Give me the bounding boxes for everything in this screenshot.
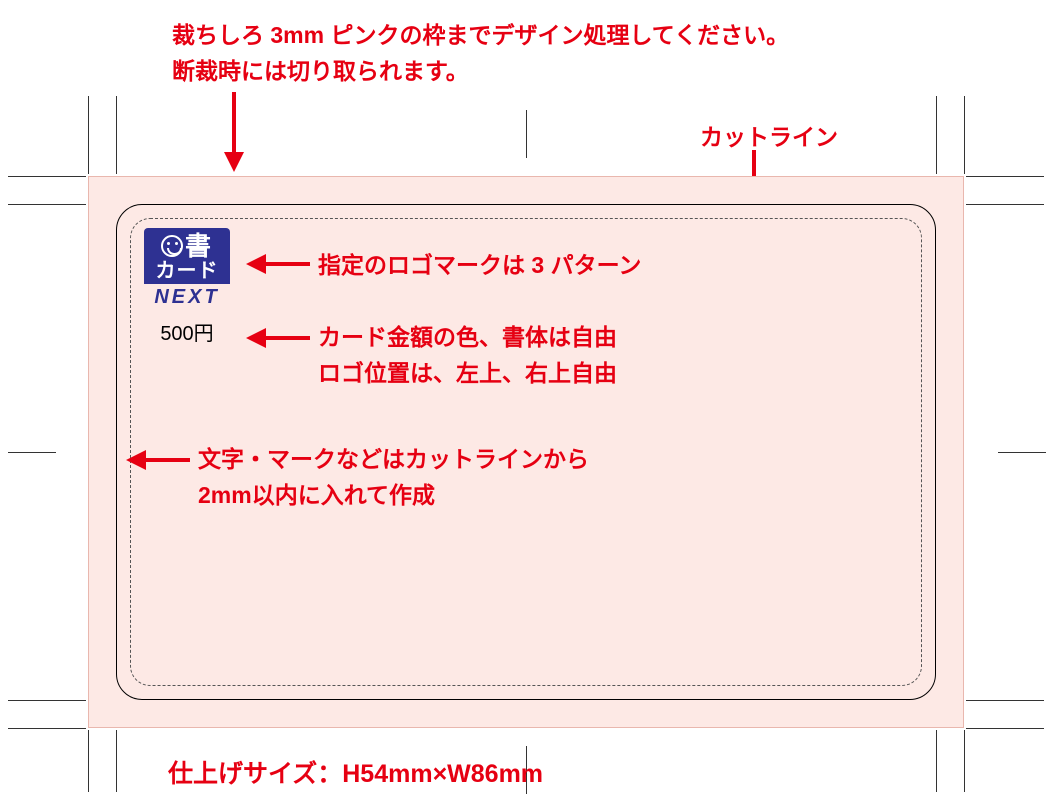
logo-row1: 書 [161,233,213,259]
crop-mark [88,730,89,792]
crop-mark [998,452,1046,453]
crop-mark [116,730,117,792]
crop-mark [936,96,937,174]
crop-mark [116,96,117,174]
amount-note-line1: カード金額の色、書体は自由 [318,320,617,355]
arrow-left-icon [124,448,190,472]
amount-note-line2: ロゴ位置は、左上、右上自由 [318,356,617,391]
logo-note: 指定のロゴマークは 3 パターン [318,248,641,283]
crop-mark [8,176,86,177]
bleed-annotation-line1: 裁ちしろ 3mm ピンクの枠までデザイン処理してください。 [172,18,789,53]
crop-mark [8,728,86,729]
crop-mark [966,700,1044,701]
safezone-note-line2: 2mm以内に入れて作成 [198,478,435,513]
arrow-left-icon [244,252,310,276]
logo-amount: 500円 [144,317,230,346]
cutline-label: カットライン [700,120,838,155]
logo-kanji: 書 [185,233,213,259]
crop-mark [936,730,937,792]
crop-mark [966,176,1044,177]
crop-mark [8,204,86,205]
crop-mark [966,728,1044,729]
logo-next-text: NEXT [144,286,230,309]
crop-mark [964,730,965,792]
bleed-annotation-line2: 断裁時には切り取られます。 [172,54,469,89]
card-logo: 書 カード NEXT 500円 [144,228,230,346]
crop-mark [526,110,527,158]
crop-mark [88,96,89,174]
smile-icon [161,235,183,257]
crop-mark [8,700,86,701]
arrow-left-icon [244,326,310,350]
crop-mark [8,452,56,453]
logo-row2: カード [156,261,219,281]
arrow-down-icon [222,92,246,174]
safezone-note-line1: 文字・マークなどはカットラインから [198,442,589,477]
crop-mark [966,204,1044,205]
logo-badge: 書 カード [144,228,230,284]
finish-size-label: 仕上げサイズ：H54mm×W86mm [168,754,543,790]
crop-mark [964,96,965,174]
